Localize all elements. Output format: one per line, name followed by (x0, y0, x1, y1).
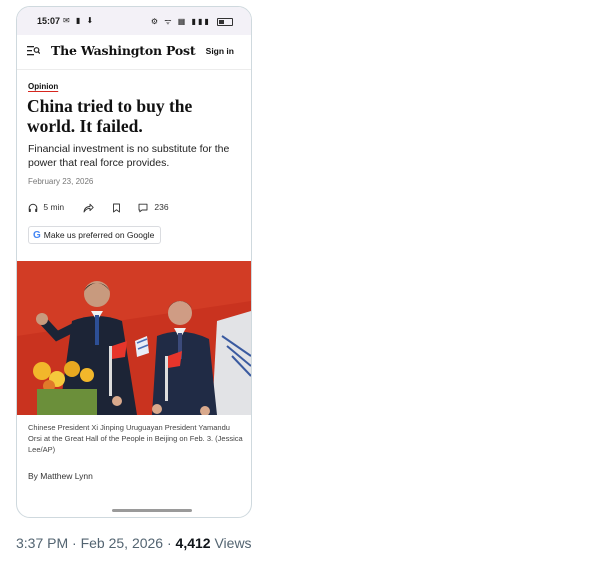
comment-icon (138, 202, 150, 212)
share-button[interactable] (83, 202, 94, 213)
signal-icons: ⚙ ᯤ ▦ ▮▮▮ (150, 17, 211, 26)
headphones-icon (28, 202, 40, 212)
views-label: Views (210, 535, 252, 551)
screenshot-phone-frame: 15:07 ✉ ▮ ⬇ ⚙ ᯤ ▦ ▮▮▮ The Washington Pos… (16, 6, 252, 518)
status-time: 15:07 (37, 16, 61, 26)
bookmark-icon (112, 202, 121, 213)
google-g-icon: G (33, 230, 41, 241)
site-header: The Washington Post Sign in (17, 35, 251, 70)
article-photo[interactable] (17, 261, 251, 415)
preferred-source-button[interactable]: G Make us preferred on Google (28, 226, 162, 244)
view-count: 4,412 (175, 535, 211, 551)
listen-button[interactable]: 5 min (28, 202, 64, 213)
photo-caption: Chinese President Xi Jinping Uruguayan P… (28, 423, 243, 454)
article-headline: China tried to buy the world. It failed. (27, 96, 193, 136)
comment-count: 236 (154, 202, 169, 212)
section-label[interactable]: Opinion (28, 82, 58, 91)
listen-duration: 5 min (43, 202, 65, 212)
article-byline[interactable]: By Matthew Lynn (28, 471, 93, 481)
article-actions: 5 min 236 (28, 202, 243, 216)
site-logo[interactable]: The Washington Post (51, 43, 196, 58)
menu-search-icon[interactable] (27, 45, 41, 59)
status-bar: 15:07 ✉ ▮ ⬇ ⚙ ᯤ ▦ ▮▮▮ (17, 7, 251, 35)
article-date: February 23, 2026 (28, 177, 94, 186)
home-indicator (112, 509, 192, 512)
preferred-source-label: Make us preferred on Google (43, 230, 155, 240)
system-icons: ⚙ ᯤ ▦ ▮▮▮ (151, 16, 233, 27)
notification-icons: ✉ ▮ ⬇ (63, 16, 96, 25)
comments-button[interactable]: 236 (138, 202, 169, 213)
sign-in-link[interactable]: Sign in (206, 46, 234, 56)
article-dek: Financial investment is no substitute fo… (28, 143, 230, 169)
battery-icon (217, 17, 233, 26)
tweet-timestamp[interactable]: 3:37 PM · Feb 25, 2026 · (16, 535, 176, 551)
share-icon (83, 202, 94, 213)
save-button[interactable] (112, 202, 121, 213)
tweet-metadata: 3:37 PM · Feb 25, 2026 · 4,412 Views (16, 535, 252, 551)
